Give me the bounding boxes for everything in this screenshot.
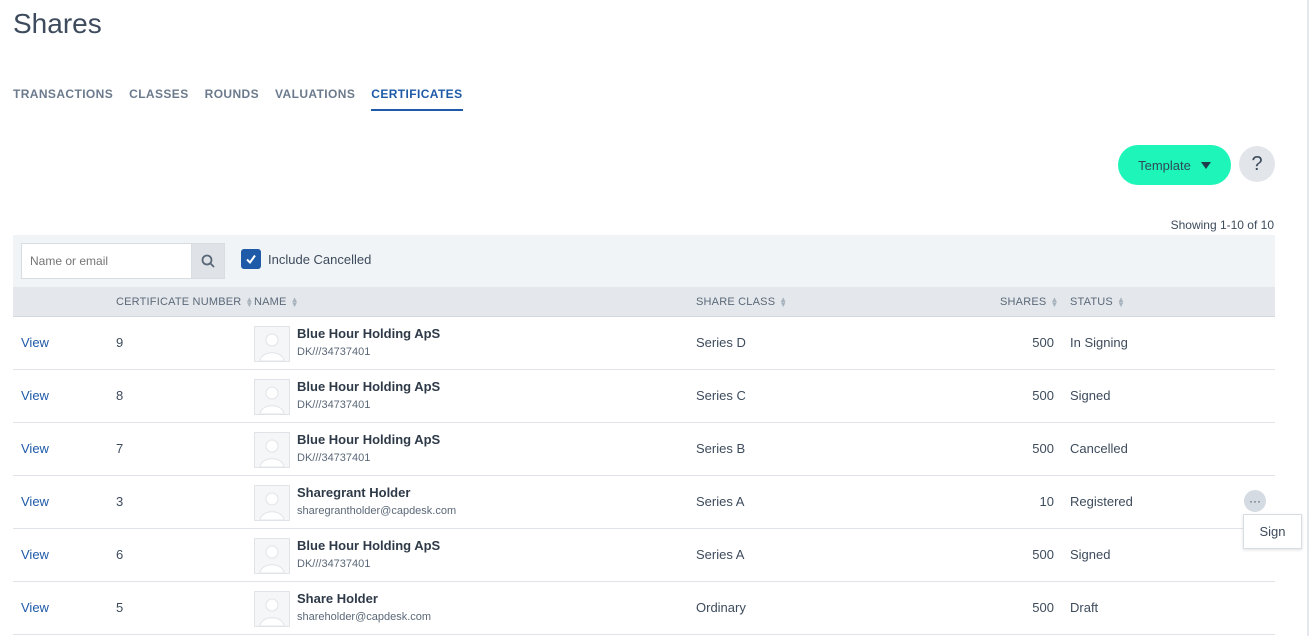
holder-name: Blue Hour Holding ApS bbox=[297, 379, 441, 394]
row-more-button[interactable]: ··· bbox=[1244, 490, 1266, 512]
shares-count: 10 bbox=[1039, 494, 1054, 509]
shares-page: Shares TRANSACTIONS CLASSES ROUNDS VALUA… bbox=[0, 0, 1309, 636]
column-header-certificate-number[interactable]: CERTIFICATE NUMBER ▲ ▼ bbox=[116, 295, 254, 310]
view-link[interactable]: View bbox=[21, 335, 49, 350]
table-row: View 9 Blue Hour Holding ApS DK///34737401 S… bbox=[13, 317, 1275, 370]
filter-bar: Include Cancelled bbox=[13, 235, 1275, 287]
status-text: Registered bbox=[1070, 494, 1133, 509]
column-header-name[interactable]: NAME ▲ ▼ bbox=[254, 295, 299, 310]
sort-icon: ▲ ▼ bbox=[1050, 295, 1059, 310]
include-cancelled-checkbox[interactable] bbox=[241, 249, 261, 269]
template-button-label: Template bbox=[1138, 157, 1191, 173]
share-class: Series C bbox=[696, 388, 746, 403]
share-class: Series A bbox=[696, 547, 745, 562]
tab-bar: TRANSACTIONS CLASSES ROUNDS VALUATIONS C… bbox=[13, 87, 479, 111]
shares-count: 500 bbox=[1032, 441, 1054, 456]
include-cancelled-label[interactable]: Include Cancelled bbox=[268, 252, 371, 267]
avatar bbox=[254, 379, 290, 415]
holder-name: Blue Hour Holding ApS bbox=[297, 432, 441, 447]
share-class: Series A bbox=[696, 494, 745, 509]
holder-identifier: shareholder@capdesk.com bbox=[297, 611, 432, 623]
sort-icon: ▲ ▼ bbox=[290, 295, 299, 310]
avatar-placeholder-icon bbox=[259, 333, 285, 361]
avatar bbox=[254, 591, 290, 627]
shares-count: 500 bbox=[1032, 600, 1054, 615]
certificate-number: 3 bbox=[116, 494, 124, 509]
column-header-shares[interactable]: SHARES ▲ ▼ bbox=[1000, 295, 1059, 310]
certificate-number: 8 bbox=[116, 388, 124, 403]
avatar bbox=[254, 485, 290, 521]
tab-rounds[interactable]: ROUNDS bbox=[205, 87, 259, 111]
shares-count: 500 bbox=[1032, 388, 1054, 403]
status-text: Signed bbox=[1070, 388, 1111, 403]
column-header-label: NAME bbox=[254, 296, 287, 308]
column-header-label: SHARES bbox=[1000, 296, 1047, 308]
share-class: Ordinary bbox=[696, 600, 746, 615]
sort-icon: ▲ ▼ bbox=[245, 295, 254, 310]
column-header-label: SHARE CLASS bbox=[696, 296, 776, 308]
avatar-placeholder-icon bbox=[259, 386, 285, 414]
help-button[interactable]: ? bbox=[1239, 146, 1275, 182]
status-text: Signed bbox=[1070, 547, 1111, 562]
tab-classes[interactable]: CLASSES bbox=[129, 87, 188, 111]
avatar-placeholder-icon bbox=[259, 545, 285, 573]
table-row: View 6 Blue Hour Holding ApS DK///34737401 S… bbox=[13, 529, 1275, 582]
caret-down-icon bbox=[1200, 161, 1211, 169]
avatar bbox=[254, 538, 290, 574]
view-link[interactable]: View bbox=[21, 547, 49, 562]
row-menu-item-sign[interactable]: Sign bbox=[1243, 514, 1302, 549]
column-header-status[interactable]: STATUS ▲ ▼ bbox=[1070, 295, 1126, 310]
search-button[interactable] bbox=[191, 243, 225, 279]
holder-identifier: DK///34737401 bbox=[297, 452, 371, 464]
holder-identifier: sharegrantholder@capdesk.com bbox=[297, 505, 457, 517]
table-row: View 3 Sharegrant Holder sharegrantholder@c… bbox=[13, 476, 1275, 529]
tab-transactions[interactable]: TRANSACTIONS bbox=[13, 87, 113, 111]
status-text: In Signing bbox=[1070, 335, 1128, 350]
checkmark-icon bbox=[246, 254, 256, 265]
view-link[interactable]: View bbox=[21, 600, 49, 615]
holder-identifier: DK///34737401 bbox=[297, 346, 371, 358]
column-header-label: STATUS bbox=[1070, 296, 1113, 308]
sort-icon: ▲ ▼ bbox=[1116, 295, 1126, 310]
avatar bbox=[254, 326, 290, 362]
table-row: View 8 Blue Hour Holding ApS DK///34737401 S… bbox=[13, 370, 1275, 423]
avatar-placeholder-icon bbox=[259, 492, 285, 520]
holder-name: Share Holder bbox=[297, 591, 378, 606]
page-title: Shares bbox=[13, 8, 102, 39]
certificate-number: 6 bbox=[116, 547, 124, 562]
holder-identifier: DK///34737401 bbox=[297, 558, 371, 570]
certificate-number: 5 bbox=[116, 600, 124, 615]
search-icon bbox=[201, 254, 215, 268]
shares-count: 500 bbox=[1032, 335, 1054, 350]
holder-name: Blue Hour Holding ApS bbox=[297, 326, 441, 341]
column-header-share-class[interactable]: SHARE CLASS ▲ ▼ bbox=[696, 295, 788, 310]
avatar-placeholder-icon bbox=[259, 598, 285, 626]
certificate-number: 7 bbox=[116, 441, 124, 456]
sort-icon: ▲ ▼ bbox=[779, 295, 788, 310]
shares-count: 500 bbox=[1032, 547, 1054, 562]
view-link[interactable]: View bbox=[21, 388, 49, 403]
search-input[interactable] bbox=[21, 243, 191, 279]
column-header-label: CERTIFICATE NUMBER bbox=[116, 296, 242, 308]
status-text: Cancelled bbox=[1070, 441, 1128, 456]
certificate-number: 9 bbox=[116, 335, 124, 350]
template-button[interactable]: Template bbox=[1118, 145, 1231, 185]
share-class: Series B bbox=[696, 441, 746, 456]
table-row: View 7 Blue Hour Holding ApS DK///34737401 S… bbox=[13, 423, 1275, 476]
status-text: Draft bbox=[1070, 600, 1099, 615]
avatar bbox=[254, 432, 290, 468]
tab-valuations[interactable]: VALUATIONS bbox=[275, 87, 355, 111]
pagination-summary: Showing 1-10 of 10 bbox=[1170, 218, 1274, 232]
view-link[interactable]: View bbox=[21, 494, 49, 509]
avatar-placeholder-icon bbox=[259, 439, 285, 467]
holder-name: Blue Hour Holding ApS bbox=[297, 538, 441, 553]
holder-name: Sharegrant Holder bbox=[297, 485, 411, 500]
holder-identifier: DK///34737401 bbox=[297, 399, 371, 411]
view-link[interactable]: View bbox=[21, 441, 49, 456]
tab-certificates[interactable]: CERTIFICATES bbox=[371, 87, 463, 111]
share-class: Series D bbox=[696, 335, 746, 350]
table-header: CERTIFICATE NUMBER ▲ ▼ NAME ▲ ▼ SHARE CLASS ▲… bbox=[13, 287, 1275, 317]
table-row: View 5 Share Holder shareholder@capdesk.com… bbox=[13, 582, 1275, 635]
